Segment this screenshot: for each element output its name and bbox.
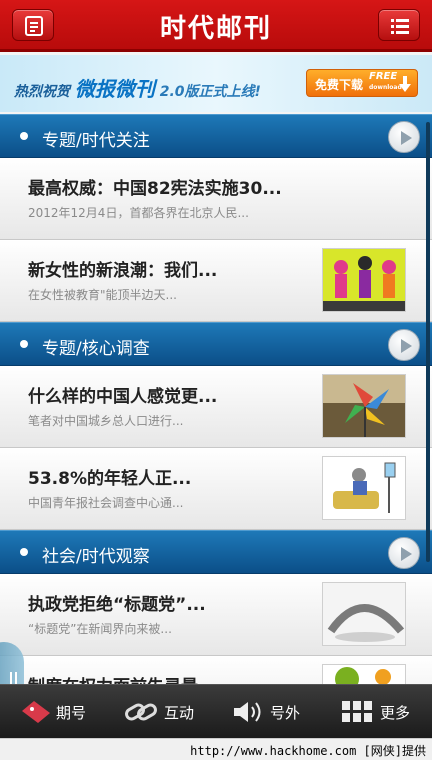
item-summary: 2012年12月4日，首都各界在北京人民... [28, 206, 249, 220]
article-list[interactable]: 专题/时代关注 最高权威：中国82宪法实施30... 2012年12月4日，首都… [0, 112, 432, 684]
tab-interact[interactable]: 互动 [124, 685, 214, 739]
bullet-icon [20, 548, 28, 556]
section-title: 专题/核心调查 [42, 339, 150, 359]
list-item[interactable]: 执政党拒绝“标题党”... “标题党”在新闻界向来被... [0, 574, 432, 656]
watermark-footer: http://www.hackhome.com [网侠]提供 [0, 738, 432, 760]
item-thumbnail [322, 456, 406, 520]
download-arrow-icon [399, 76, 411, 92]
list-item[interactable]: 什么样的中国人感觉更... 笔者对中国城乡总人口进行... [0, 366, 432, 448]
section-header[interactable]: 社会/时代观察 [0, 530, 432, 574]
tab-more[interactable]: 更多 [340, 685, 430, 739]
item-thumbnail [322, 248, 406, 312]
bullet-icon [20, 340, 28, 348]
list-item[interactable]: 新女性的新浪潮：我们... 在女性被教育"能顶半边天... [0, 240, 432, 322]
list-item[interactable]: 53.8%的年轻人正... 中国青年报社会调查中心通... [0, 448, 432, 530]
item-thumbnail [322, 374, 406, 438]
banner-prefix: 热烈祝贺 [14, 84, 70, 100]
section-header[interactable]: 专题/时代关注 [0, 114, 432, 158]
item-title: 执政党拒绝“标题党”... [28, 595, 206, 615]
section-title: 专题/时代关注 [42, 131, 150, 151]
list-menu-button[interactable] [378, 9, 420, 41]
item-title: 最高权威：中国82宪法实施30... [28, 179, 282, 199]
tab-label: 期号 [56, 704, 87, 722]
download-sublabel: download [369, 84, 402, 91]
link-icon [125, 703, 157, 721]
grid-icon [342, 701, 372, 722]
app-header: 时代邮刊 [0, 0, 432, 52]
play-arrow-icon[interactable] [388, 329, 420, 361]
item-title: 53.8%的年轻人正... [28, 469, 192, 489]
speaker-icon [234, 702, 261, 722]
app-title: 时代邮刊 [159, 14, 272, 44]
item-thumbnail [322, 664, 406, 684]
tab-label: 号外 [270, 704, 301, 722]
banner-version: 2.0版正式上线! [159, 84, 261, 100]
item-summary: “标题党”在新闻界向来被... [28, 622, 172, 636]
item-summary: 在女性被教育"能顶半边天... [28, 288, 177, 302]
bottom-tab-bar: 期号 互动 号外 更多 [0, 684, 432, 738]
section-header[interactable]: 专题/核心调查 [0, 322, 432, 366]
list-item[interactable]: 制度在权力面前失灵最 [0, 656, 432, 684]
play-arrow-icon[interactable] [388, 121, 420, 153]
banner-brand: 微报微刊 [74, 77, 155, 101]
free-download-button[interactable]: 免费下载 FREE download [306, 69, 418, 97]
bullet-icon [20, 132, 28, 140]
tag-icon [22, 701, 50, 723]
download-label: 免费下载 [315, 78, 364, 92]
section-title: 社会/时代观察 [42, 547, 150, 567]
scrollbar[interactable] [426, 122, 430, 562]
tab-label: 更多 [380, 704, 411, 722]
tab-extra[interactable]: 号外 [232, 685, 322, 739]
list-icon [391, 19, 409, 34]
tab-label: 互动 [164, 704, 195, 722]
item-title: 制度在权力面前失灵最 [28, 672, 198, 684]
promo-banner[interactable]: 热烈祝贺 微报微刊 2.0版正式上线! 免费下载 FREE download [0, 55, 432, 112]
item-title: 新女性的新浪潮：我们... [28, 261, 218, 281]
item-title: 什么样的中国人感觉更... [28, 387, 218, 407]
banner-text: 热烈祝贺 微报微刊 2.0版正式上线! [14, 73, 261, 102]
item-summary: 中国青年报社会调查中心通... [28, 496, 184, 510]
list-item[interactable]: 最高权威：中国82宪法实施30... 2012年12月4日，首都各界在北京人民.… [0, 158, 432, 240]
play-arrow-icon[interactable] [388, 537, 420, 569]
free-label: FREE [369, 71, 398, 82]
item-summary: 笔者对中国城乡总人口进行... [28, 414, 184, 428]
item-thumbnail [322, 582, 406, 646]
tab-issues[interactable]: 期号 [14, 685, 104, 739]
